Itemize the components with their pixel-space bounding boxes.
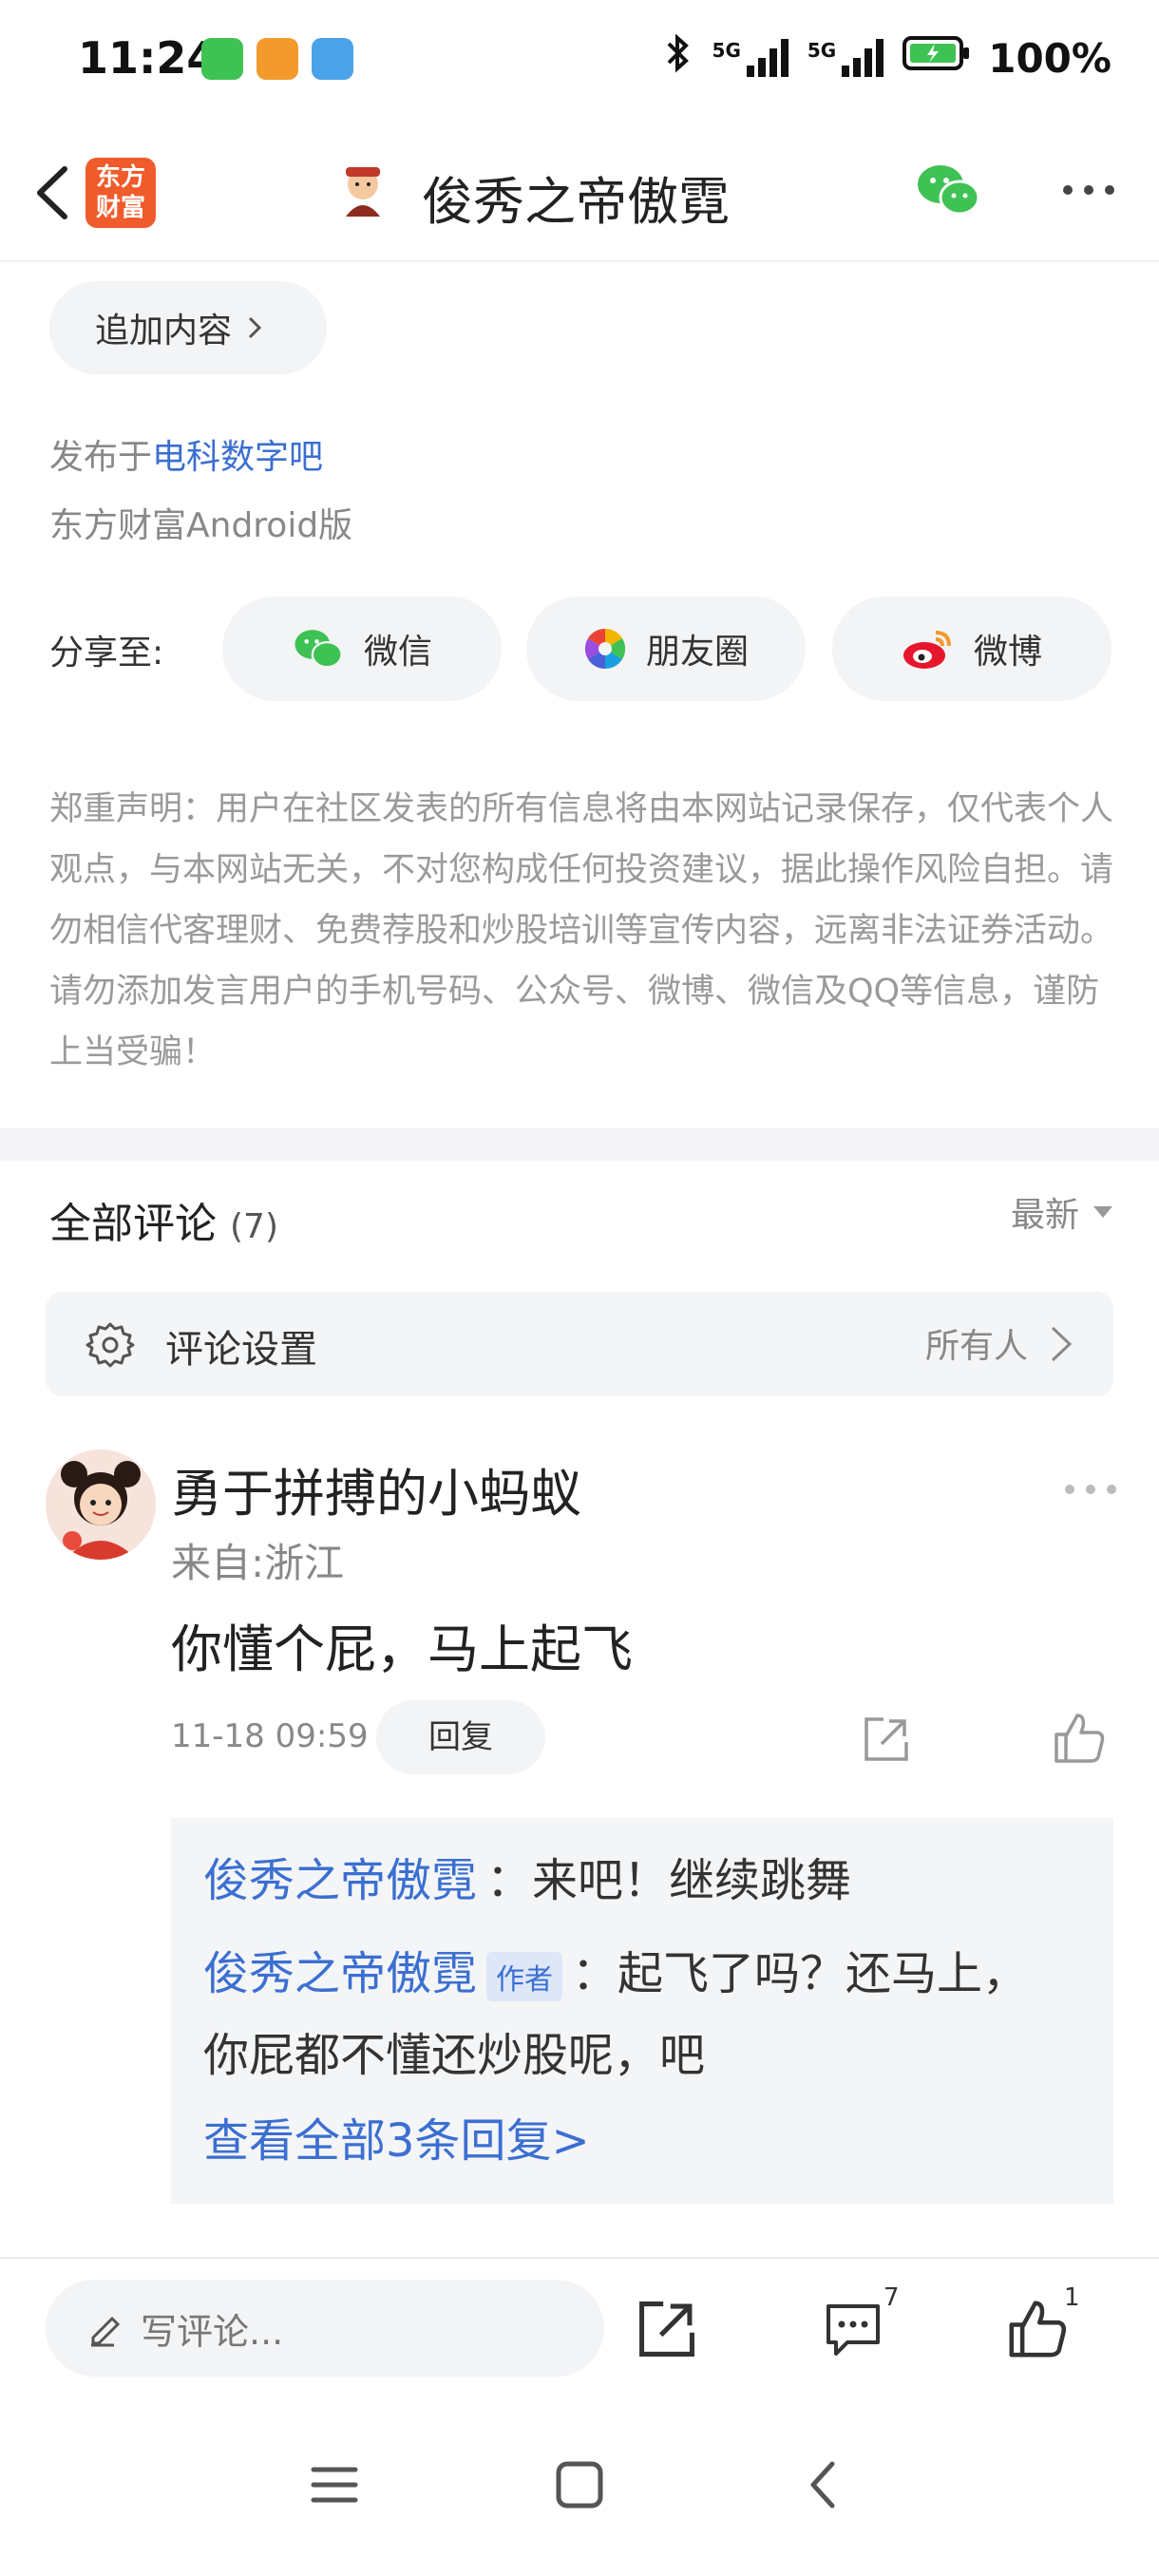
comment-count-badge: 7 xyxy=(884,2283,900,2312)
video-app-icon xyxy=(256,38,298,80)
weibo-icon xyxy=(902,631,951,669)
comments-count: (7) xyxy=(230,1207,278,1246)
commenter-name[interactable]: 勇于拼搏的小蚂蚁 xyxy=(171,1451,581,1526)
chevron-right-icon xyxy=(1051,1326,1073,1362)
comment-share-icon[interactable] xyxy=(861,1714,912,1765)
moments-icon xyxy=(584,628,626,670)
wechat-share-icon[interactable] xyxy=(914,161,982,218)
logo-line-1: 东方 xyxy=(95,163,145,192)
share-wechat-button[interactable]: 微信 xyxy=(222,597,502,701)
comment-timestamp: 11-18 09:59 xyxy=(171,1717,369,1755)
share-label: 分享至: xyxy=(49,634,164,672)
recent-apps-icon[interactable] xyxy=(306,2456,363,2513)
logo-line-2: 财富 xyxy=(95,194,145,222)
status-indicators: 5G 5G 100% xyxy=(661,32,1112,84)
author-avatar-small[interactable] xyxy=(334,160,391,217)
bluetooth-icon xyxy=(661,32,695,84)
reply-text: ：起飞了吗？还马上， xyxy=(572,1947,1029,2000)
caret-down-icon xyxy=(1093,1206,1112,1218)
reply-text: ：来吧！继续跳舞 xyxy=(486,1854,852,1907)
network-type-1: 5G xyxy=(712,39,741,62)
share-weibo-label: 微博 xyxy=(973,633,1042,672)
view-all-replies-link[interactable]: 查看全部3条回复> xyxy=(203,2103,590,2169)
bottom-divider xyxy=(0,2257,1159,2259)
wechat-icon xyxy=(294,630,343,669)
share-wechat-label: 微信 xyxy=(363,633,432,672)
back-button[interactable] xyxy=(23,160,89,226)
sort-label: 最新 xyxy=(1010,1196,1079,1235)
write-comment-input[interactable]: 写评论... xyxy=(46,2280,604,2377)
reply-item: 俊秀之帝傲霓 作者 ：起飞了吗？还马上， xyxy=(203,1936,1028,2002)
reply-user[interactable]: 俊秀之帝傲霓 xyxy=(203,1947,477,2000)
reply-item: 俊秀之帝傲霓 ：来吧！继续跳舞 xyxy=(203,1843,851,1909)
reply-button[interactable]: 回复 xyxy=(376,1700,545,1774)
comment-settings-bar[interactable]: 评论设置 所有人 xyxy=(46,1292,1113,1396)
wechat-app-icon xyxy=(201,38,243,80)
signal-icon-1: 5G xyxy=(712,39,790,77)
battery-percent: 100% xyxy=(988,34,1112,82)
posted-in: 发布于电科数字吧 xyxy=(49,429,323,479)
like-count-badge: 1 xyxy=(1064,2283,1080,2312)
comments-title: 全部评论 xyxy=(49,1200,217,1248)
disclaimer-text: 郑重声明：用户在社区发表的所有信息将由本网站记录保存，仅代表个人观点，与本网站无… xyxy=(49,790,1114,1071)
app-logo[interactable]: 东方 财富 xyxy=(86,158,156,228)
network-type-2: 5G xyxy=(807,39,837,62)
add-content-label: 追加内容 xyxy=(95,312,233,350)
comment-icon[interactable] xyxy=(821,2297,885,2361)
author-badge: 作者 xyxy=(486,1952,563,2001)
board-link[interactable]: 电科数字吧 xyxy=(152,438,323,477)
telegram-app-icon xyxy=(312,38,353,80)
comment-settings-label: 评论设置 xyxy=(165,1328,317,1372)
share-weibo-button[interactable]: 微博 xyxy=(832,597,1112,701)
home-icon[interactable] xyxy=(551,2456,608,2513)
replies-box: 俊秀之帝傲霓 ：来吧！继续跳舞 俊秀之帝傲霓 作者 ：起飞了吗？还马上， 你屁都不懂还… xyxy=(171,1818,1113,2204)
more-options-icon[interactable] xyxy=(1060,180,1117,199)
commenter-avatar[interactable] xyxy=(46,1449,156,1560)
page-title[interactable]: 俊秀之帝傲霓 xyxy=(422,160,730,235)
reply-text-continued: 你屁都不懂还炒股呢，吧 xyxy=(203,2029,706,2082)
share-moments-label: 朋友圈 xyxy=(645,633,749,672)
comment-like-icon[interactable] xyxy=(1051,1710,1108,1767)
like-icon[interactable] xyxy=(1005,2297,1070,2361)
pencil-icon xyxy=(91,2316,121,2347)
back-nav-icon[interactable] xyxy=(796,2456,853,2513)
add-content-button[interactable]: 追加内容 xyxy=(49,281,327,374)
commenter-location: 来自:浙江 xyxy=(171,1540,345,1586)
posted-prefix: 发布于 xyxy=(49,438,153,477)
chevron-left-icon xyxy=(37,166,67,219)
comments-header: 全部评论 (7) xyxy=(49,1189,278,1250)
comment-settings-value: 所有人 xyxy=(924,1327,1028,1366)
section-divider xyxy=(0,1128,1159,1161)
status-time: 11:24 xyxy=(78,32,218,84)
gear-icon xyxy=(86,1322,135,1368)
reply-user[interactable]: 俊秀之帝傲霓 xyxy=(203,1854,477,1907)
share-icon[interactable] xyxy=(635,2297,699,2361)
share-moments-button[interactable]: 朋友圈 xyxy=(526,597,806,701)
header-divider xyxy=(0,260,1159,262)
comment-text: 你懂个屁，马上起飞 xyxy=(171,1619,633,1679)
write-comment-placeholder: 写评论... xyxy=(141,2310,284,2353)
battery-icon xyxy=(902,34,971,82)
client-info: 东方财富Android版 xyxy=(49,506,353,545)
sort-dropdown[interactable]: 最新 xyxy=(1011,1187,1113,1237)
signal-icon-2: 5G xyxy=(808,39,885,77)
comment-more-icon[interactable] xyxy=(1062,1482,1119,1497)
chevron-right-icon xyxy=(248,316,262,339)
